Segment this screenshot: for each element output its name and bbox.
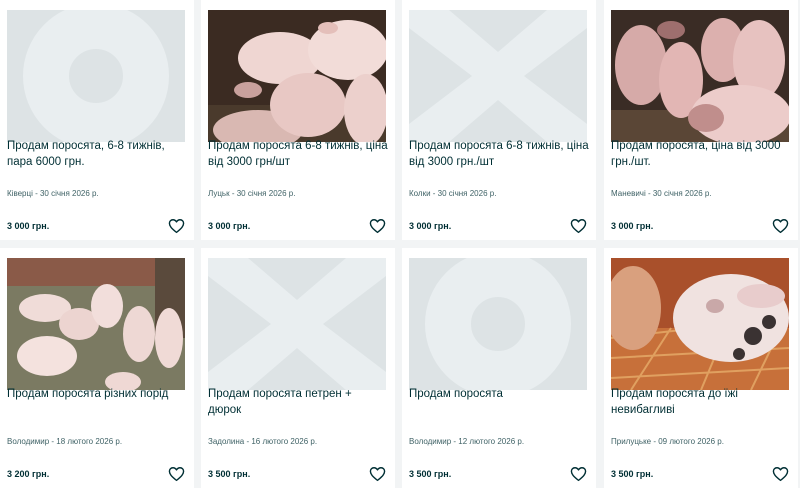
piglet-photo-image [611,258,789,390]
favorite-heart-icon[interactable] [369,466,386,482]
listing-card[interactable]: Продам поросята Володимир - 12 лютого 20… [402,248,596,488]
listing-title[interactable]: Продам поросята [409,386,589,402]
listing-card[interactable]: Продам поросята, 6-8 тижнів, пара 6000 г… [0,0,194,240]
listing-card[interactable]: Продам поросята 6-8 тижнів, ціна від 300… [402,0,596,240]
listing-card[interactable]: Продам поросята, ціна від 3000 грн./шт. … [604,0,798,240]
listing-title[interactable]: Продам поросята петрен + дюрок [208,386,388,418]
listing-price: 3 500 грн. [409,469,452,479]
listing-photo[interactable] [611,258,789,390]
listing-image-placeholder[interactable] [7,10,185,142]
favorite-heart-icon[interactable] [168,218,185,234]
listing-photo[interactable] [611,10,789,142]
listing-price: 3 000 грн. [611,221,654,231]
listing-location-date: Володимир - 12 лютого 2026 р. [409,437,525,446]
listing-price: 3 200 грн. [7,469,50,479]
favorite-heart-icon[interactable] [570,466,587,482]
listing-image-placeholder[interactable] [409,10,587,142]
listing-card[interactable]: Продам поросята різних порід Володимир -… [0,248,194,488]
listing-location-date: Луцьк - 30 січня 2026 р. [208,189,296,198]
listing-card[interactable]: Продам поросята 6-8 тижнів, ціна від 300… [201,0,395,240]
favorite-heart-icon[interactable] [369,218,386,234]
listing-image-placeholder[interactable] [409,258,587,390]
placeholder-circle-icon [7,10,185,142]
piglets-photo-image [208,10,386,142]
favorite-heart-icon[interactable] [570,218,587,234]
listing-location-date: Прилуцьке - 09 лютого 2026 р. [611,437,724,446]
favorite-heart-icon[interactable] [168,466,185,482]
listing-location-date: Володимир - 18 лютого 2026 р. [7,437,123,446]
listing-title[interactable]: Продам поросята до їжі невибагливі [611,386,791,418]
favorite-heart-icon[interactable] [772,218,789,234]
placeholder-cross-icon [208,258,386,390]
listing-title[interactable]: Продам поросята, 6-8 тижнів, пара 6000 г… [7,138,187,170]
listing-title[interactable]: Продам поросята 6-8 тижнів, ціна від 300… [409,138,589,170]
listing-price: 3 000 грн. [409,221,452,231]
placeholder-cross-icon [409,10,587,142]
listing-price: 3 000 грн. [208,221,251,231]
favorite-heart-icon[interactable] [772,466,789,482]
placeholder-circle-icon [409,258,587,390]
listing-price: 3 500 грн. [611,469,654,479]
listing-title[interactable]: Продам поросята, ціна від 3000 грн./шт. [611,138,791,170]
piglets-photo-image [7,258,185,390]
listing-title[interactable]: Продам поросята 6-8 тижнів, ціна від 300… [208,138,388,170]
listing-location-date: Маневичі - 30 січня 2026 р. [611,189,712,198]
listing-price: 3 500 грн. [208,469,251,479]
listing-photo[interactable] [7,258,185,390]
listing-card[interactable]: Продам поросята петрен + дюрок Задолина … [201,248,395,488]
listing-location-date: Ківерці - 30 січня 2026 р. [7,189,99,198]
listing-location-date: Задолина - 16 лютого 2026 р. [208,437,318,446]
listing-card[interactable]: Продам поросята до їжі невибагливі Прилу… [604,248,798,488]
listing-photo[interactable] [208,10,386,142]
listing-title[interactable]: Продам поросята різних порід [7,386,187,402]
listing-image-placeholder[interactable] [208,258,386,390]
piglets-photo-image [611,10,789,142]
listing-price: 3 000 грн. [7,221,50,231]
listing-location-date: Колки - 30 січня 2026 р. [409,189,497,198]
